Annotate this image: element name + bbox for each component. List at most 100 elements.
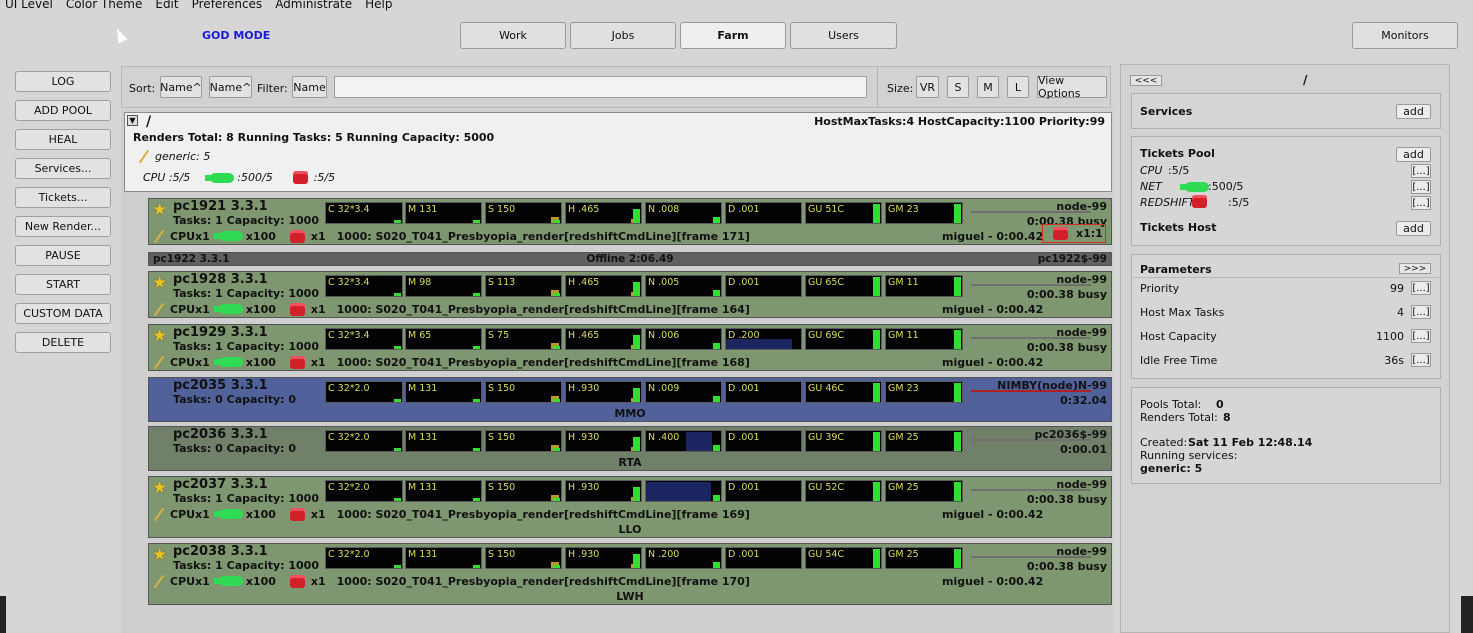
services-button[interactable]: Services... (15, 158, 111, 179)
menu-administrate[interactable]: Administrate (270, 0, 360, 14)
delete-button[interactable]: DELETE (15, 332, 111, 353)
size-m-button[interactable]: M (977, 76, 999, 98)
usage-meter: N 1.000 (645, 480, 722, 502)
god-mode-label: GOD MODE (202, 29, 271, 42)
task-cpu: CPUx1 (170, 229, 210, 243)
add-host-ticket-button[interactable]: add (1396, 221, 1431, 236)
meter-fill (633, 282, 640, 296)
task-line[interactable]: CPUx1 x100 x1 1000: S020_T041_Presbyopia_re… (152, 507, 1107, 521)
menu-help[interactable]: Help (360, 0, 400, 14)
add-pool-ticket-button[interactable]: add (1396, 147, 1431, 162)
toolbar: Sort: Name^ Name^ Filter: Name Size: VR … (121, 66, 1111, 108)
node-pc1921[interactable]: ★ pc1921 3.3.1 Tasks: 1 Capacity: 1000 C 32… (148, 198, 1112, 245)
meter-label: C 32*2.0 (328, 482, 370, 493)
node-pc1928[interactable]: ★ pc1928 3.3.1 Tasks: 1 Capacity: 1000 C 32… (148, 271, 1112, 318)
usage-meter: M 131 (405, 480, 482, 502)
redshift-icon (292, 171, 308, 184)
sort-primary-button[interactable]: Name^ (160, 76, 202, 98)
meter-fill (473, 346, 480, 349)
network-icon (213, 576, 243, 586)
heal-button[interactable]: HEAL (15, 129, 111, 150)
usage-meter: D .200 (725, 328, 802, 350)
usage-meter: GM 25 (885, 547, 963, 569)
meter-label: S 150 (488, 204, 516, 215)
task-net: x100 (245, 355, 276, 369)
wand-icon (152, 229, 166, 243)
tab-jobs[interactable]: Jobs (570, 22, 676, 49)
pool-summary: Renders Total: 8 Running Tasks: 5 Runnin… (133, 131, 495, 144)
tab-users[interactable]: Users (790, 22, 897, 49)
host-capacity-label: Host Capacity (1140, 330, 1217, 343)
node-pc2037[interactable]: ★ pc2037 3.3.1 Tasks: 1 Capacity: 1000 C 32… (148, 476, 1112, 538)
task-line[interactable]: CPUx1 x100 x1 1000: S020_T041_Presbyopia_re… (152, 355, 1107, 369)
new-render-button[interactable]: New Render... (15, 216, 111, 237)
meter-fill (394, 220, 401, 223)
meter-fill (473, 448, 480, 451)
meter-fill (553, 220, 560, 223)
host-capacity-edit-button[interactable]: [...] (1411, 329, 1431, 343)
pause-button[interactable]: PAUSE (15, 245, 111, 266)
usage-meter: GU 65C (805, 275, 882, 297)
meter-fill (954, 330, 961, 349)
meter-label: H .930 (568, 482, 600, 493)
view-options-button[interactable]: View Options (1037, 74, 1107, 100)
menu-preferences[interactable]: Preferences (187, 0, 271, 14)
star-icon: ★ (152, 478, 168, 498)
meter-fill (633, 335, 640, 349)
meter-fill (394, 448, 401, 451)
root-pool[interactable]: ▼ / HostMaxTasks:4 HostCapacity:1100 Pri… (124, 112, 1112, 192)
meter-fill (473, 399, 480, 402)
tickets-button[interactable]: Tickets... (15, 187, 111, 208)
menu-edit[interactable]: Edit (150, 0, 186, 14)
meter-fill (553, 448, 560, 451)
tickets-pool-heading: Tickets Pool (1140, 147, 1215, 160)
node-pc1929[interactable]: ★ pc1929 3.3.1 Tasks: 1 Capacity: 1000 C 32… (148, 324, 1112, 371)
redshift-icon (289, 574, 305, 588)
idle-free-time-edit-button[interactable]: [...] (1411, 353, 1431, 367)
task-line[interactable]: CPUx1 x100 x1 1000: S020_T041_Presbyopia_re… (152, 574, 1107, 588)
filter-input[interactable] (334, 76, 867, 98)
meter-label: D .001 (728, 432, 760, 443)
monitors-button[interactable]: Monitors (1352, 22, 1458, 49)
node-pc2038[interactable]: ★ pc2038 3.3.1 Tasks: 1 Capacity: 1000 C 32… (148, 543, 1112, 605)
usage-meter: C 32*3.4 (325, 328, 403, 350)
add-pool-button[interactable]: ADD POOL (15, 100, 111, 121)
back-button[interactable]: <<< (1130, 75, 1162, 86)
node-pc2035[interactable]: pc2035 3.3.1 Tasks: 0 Capacity: 0 C 32*2.0… (148, 377, 1112, 422)
start-button[interactable]: START (15, 274, 111, 295)
collapse-icon[interactable]: ▼ (127, 115, 138, 126)
created-label: Created: (1140, 436, 1188, 449)
filter-field-button[interactable]: Name (292, 76, 327, 98)
ticket-cpu-edit-button[interactable]: [...] (1411, 164, 1431, 178)
meter-label: GM 23 (888, 383, 919, 394)
size-vr-button[interactable]: VR (916, 76, 939, 98)
log-button[interactable]: LOG (15, 71, 111, 92)
expand-button[interactable]: >>> (1399, 263, 1431, 274)
usage-meter: S 150 (485, 480, 562, 502)
size-s-button[interactable]: S (947, 76, 969, 98)
node-offline[interactable]: pc1922 3.3.1 Offline 2:06.49 pc1922$-99 (148, 252, 1112, 266)
node-tasks: Tasks: 1 Capacity: 1000 (173, 492, 319, 505)
tab-farm[interactable]: Farm (680, 22, 786, 49)
sort-secondary-button[interactable]: Name^ (209, 76, 252, 98)
size-l-button[interactable]: L (1007, 76, 1029, 98)
priority-edit-button[interactable]: [...] (1411, 281, 1431, 295)
meter-fill (553, 565, 560, 568)
custom-data-button[interactable]: CUSTOM DATA (15, 303, 111, 324)
add-service-button[interactable]: add (1396, 104, 1431, 119)
menu-color-theme[interactable]: Color Theme (61, 0, 151, 14)
ticket-redshift-edit-button[interactable]: [...] (1411, 196, 1431, 210)
meter-label: GM 25 (888, 432, 919, 443)
host-max-tasks-edit-button[interactable]: [...] (1411, 305, 1431, 319)
node-pc2036[interactable]: pc2036 3.3.1 Tasks: 0 Capacity: 0 C 32*2.0… (148, 426, 1112, 471)
tab-work[interactable]: Work (460, 22, 566, 49)
task-line[interactable]: CPUx1 x100 x1 1000: S020_T041_Presbyopia_re… (152, 229, 1107, 243)
menu-ui-level[interactable]: UI Level (0, 0, 61, 14)
meter-fill (873, 549, 880, 568)
ticket-net-edit-button[interactable]: [...] (1411, 180, 1431, 194)
node-state: pc1922$-99 (1037, 253, 1107, 265)
running-badge[interactable]: x1:1 (1042, 224, 1106, 243)
meter-label: S 113 (488, 277, 516, 288)
task-line[interactable]: CPUx1 x100 x1 1000: S020_T041_Presbyopia_re… (152, 302, 1107, 316)
meter-label: D .001 (728, 277, 760, 288)
